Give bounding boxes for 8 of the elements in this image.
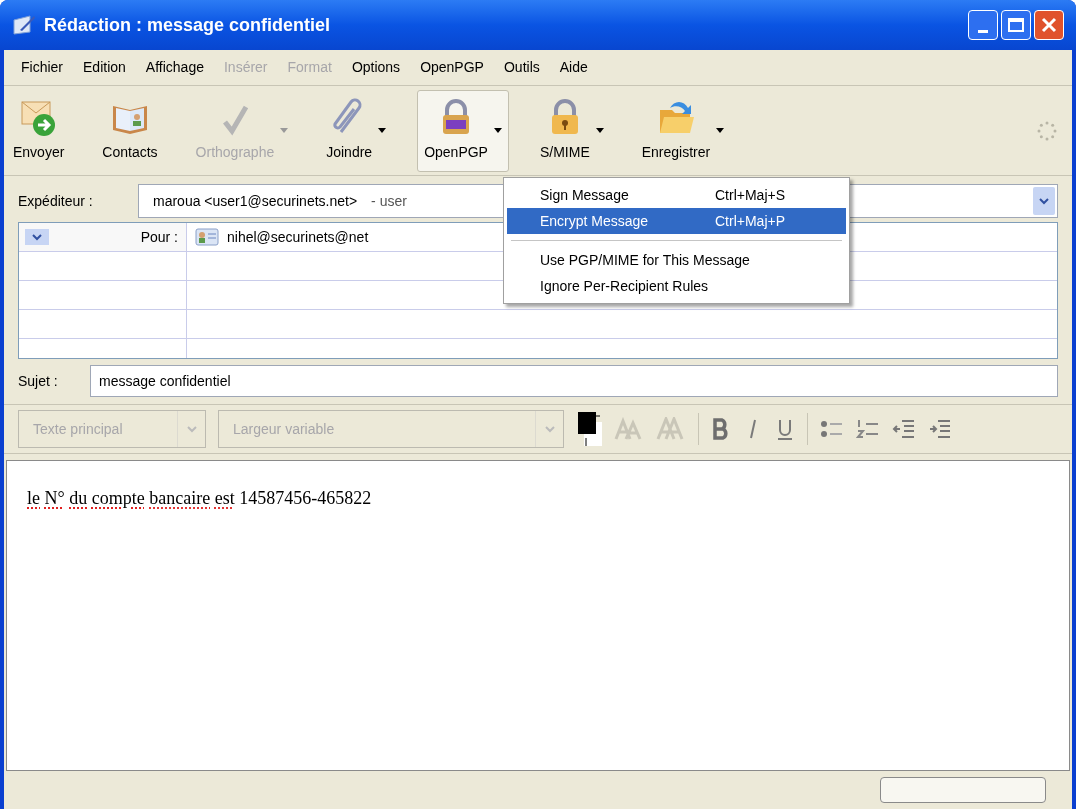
recipient-address: nihel@securinets@net <box>227 227 369 247</box>
window-title: Rédaction : message confidentiel <box>44 13 331 37</box>
sender-address: maroua <user1@securinets.net> <box>153 191 358 211</box>
body-text: le N° du compte bancaire est 14587456-465822 <box>27 487 373 510</box>
recipient-type: Pour : <box>140 227 179 247</box>
sender-label: Expéditeur : <box>18 191 94 211</box>
subject-label: Sujet : <box>18 371 59 391</box>
sender-identity: - user <box>371 191 407 211</box>
